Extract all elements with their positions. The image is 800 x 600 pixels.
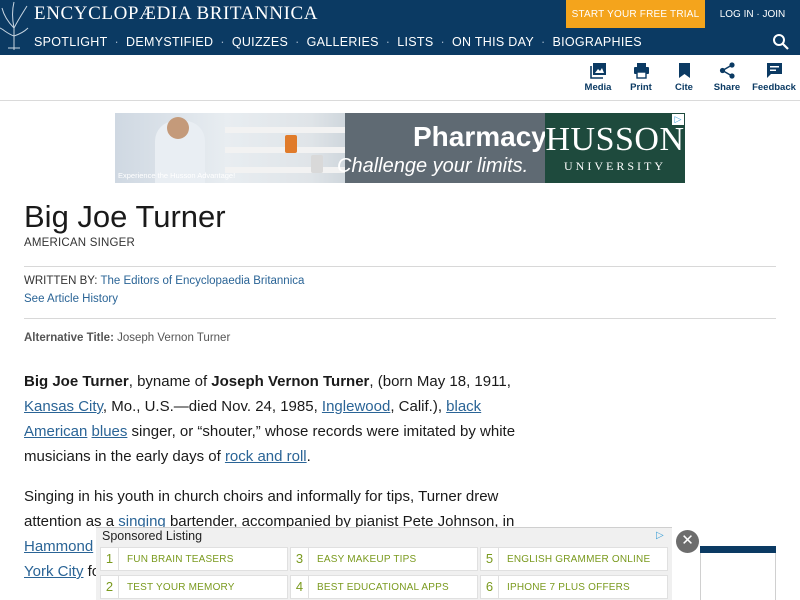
article-toolbar: Media Print Cite Share Feedback	[0, 55, 800, 101]
free-trial-button[interactable]: START YOUR FREE TRIAL	[566, 0, 705, 28]
share-label: Share	[713, 82, 741, 93]
sponsored-item[interactable]: 6 IPHONE 7 PLUS OFFERS	[480, 575, 668, 599]
text-run: , (born May 18, 1911,	[369, 373, 511, 390]
written-by: WRITTEN BY: The Editors of Encyclopaedia…	[24, 275, 304, 287]
nav-separator: ·	[540, 34, 546, 49]
search-icon[interactable]	[772, 33, 789, 50]
sponsored-title: Sponsored Listing	[102, 529, 203, 543]
sponsored-item[interactable]: 2 TEST YOUR MEMORY	[100, 575, 288, 599]
site-brand[interactable]: ENCYCLOPÆDIA BRITANNICA	[34, 3, 318, 25]
alternative-title-label: Alternative Title:	[24, 332, 114, 344]
print-label: Print	[630, 82, 652, 93]
sponsored-item[interactable]: 4 BEST EDUCATIONAL APPS	[290, 575, 478, 599]
author-link[interactable]: The Editors of Encyclopaedia Britannica	[100, 275, 304, 287]
text-run: , byname of	[128, 373, 212, 390]
sidebar-panel	[700, 553, 776, 600]
sponsored-item[interactable]: 5 ENGLISH GRAMMER ONLINE	[480, 547, 668, 571]
ad-headline: Pharmacy	[413, 121, 547, 152]
ad-tagline: Challenge your limits.	[337, 155, 529, 177]
sponsored-item-label: IPHONE 7 PLUS OFFERS	[507, 581, 630, 593]
sponsored-item-label: FUN BRAIN TEASERS	[127, 553, 234, 565]
nav-separator: ·	[220, 34, 225, 49]
feedback-label: Feedback	[752, 82, 796, 93]
link-kansas-city[interactable]: Kansas City	[24, 398, 103, 415]
feedback-button[interactable]: Feedback	[749, 62, 799, 93]
media-icon	[589, 63, 606, 79]
nav-quizzes[interactable]: QUIZZES	[232, 35, 288, 49]
divider	[24, 318, 776, 319]
ad-caption: Experience the Husson Advantage!	[118, 171, 236, 180]
alternative-title: Alternative Title: Joseph Vernon Turner	[24, 332, 230, 344]
feedback-icon	[766, 63, 782, 78]
sponsored-item[interactable]: 3 EASY MAKEUP TIPS	[290, 547, 478, 571]
ad-school-sub: UNIVERSITY	[564, 159, 666, 173]
main-nav: SPOTLIGHT · DEMYSTIFIED · QUIZZES · GALL…	[34, 28, 642, 55]
sponsored-item-number: 6	[481, 576, 499, 598]
site-header: ENCYCLOPÆDIA BRITANNICA START YOUR FREE …	[0, 0, 800, 55]
close-icon[interactable]: ✕	[676, 530, 699, 553]
cite-label: Cite	[675, 82, 693, 93]
share-button[interactable]: Share	[702, 62, 752, 93]
sponsored-listing: Sponsored Listing ▷ 1 FUN BRAIN TEASERS …	[96, 527, 672, 600]
subject-full-name: Joseph Vernon Turner	[211, 373, 370, 390]
text-run: .	[306, 448, 311, 465]
nav-galleries[interactable]: GALLERIES	[307, 35, 379, 49]
ad-school-logo: HUSSON UNIVERSITY	[545, 113, 685, 183]
bookmark-icon	[678, 63, 690, 78]
alternative-title-value: Joseph Vernon Turner	[117, 332, 231, 344]
sponsored-item-label: BEST EDUCATIONAL APPS	[317, 581, 449, 593]
advertisement-banner[interactable]: Pharmacy Challenge your limits. Experien…	[115, 113, 685, 183]
nav-demystified[interactable]: DEMYSTIFIED	[126, 35, 213, 49]
nav-separator: ·	[385, 34, 391, 49]
article-subtitle: AMERICAN SINGER	[24, 237, 135, 249]
link-hammond[interactable]: Hammond	[24, 538, 93, 555]
print-icon	[633, 63, 649, 79]
share-icon	[719, 62, 735, 79]
ad-school-name: HUSSON	[545, 121, 685, 158]
sponsored-item-number: 4	[291, 576, 309, 598]
sponsored-item-number: 5	[481, 548, 499, 570]
link-york-city[interactable]: York City	[24, 563, 83, 580]
link-blues[interactable]: blues	[92, 423, 128, 440]
divider	[24, 266, 776, 267]
sidebar-panel-header	[700, 546, 776, 553]
subject-name: Big Joe Turner	[24, 373, 129, 390]
nav-spotlight[interactable]: SPOTLIGHT	[34, 35, 108, 49]
sponsored-item-label: ENGLISH GRAMMER ONLINE	[507, 553, 651, 565]
text-run: , Calif.),	[390, 398, 447, 415]
sponsored-item-label: TEST YOUR MEMORY	[127, 581, 235, 593]
media-label: Media	[584, 82, 612, 93]
login-join-link[interactable]: LOG IN · JOIN	[705, 0, 800, 28]
link-inglewood[interactable]: Inglewood	[322, 398, 390, 415]
sponsored-item-number: 3	[291, 548, 309, 570]
nav-separator: ·	[295, 34, 300, 49]
nav-biographies[interactable]: BIOGRAPHIES	[552, 35, 641, 49]
text-run: , Mo., U.S.—died Nov. 24, 1985,	[102, 398, 322, 415]
article-history-link[interactable]: See Article History	[24, 293, 118, 305]
article-paragraph-1: Big Joe Turner, byname of Joseph Vernon …	[24, 369, 524, 469]
adchoices-icon[interactable]: ▷	[672, 114, 684, 125]
adchoices-icon[interactable]: ▷	[656, 530, 664, 541]
sponsored-item-label: EASY MAKEUP TIPS	[317, 553, 417, 565]
article-title: Big Joe Turner	[24, 199, 226, 234]
nav-separator: ·	[440, 34, 445, 49]
link-rock-and-roll[interactable]: rock and roll	[225, 448, 307, 465]
sponsored-item-number: 1	[101, 548, 119, 570]
nav-separator: ·	[114, 34, 120, 49]
sponsored-item-number: 2	[101, 576, 119, 598]
nav-on-this-day[interactable]: ON THIS DAY	[452, 35, 534, 49]
written-by-label: WRITTEN BY:	[24, 275, 98, 287]
nav-lists[interactable]: LISTS	[397, 35, 433, 49]
sponsored-item[interactable]: 1 FUN BRAIN TEASERS	[100, 547, 288, 571]
